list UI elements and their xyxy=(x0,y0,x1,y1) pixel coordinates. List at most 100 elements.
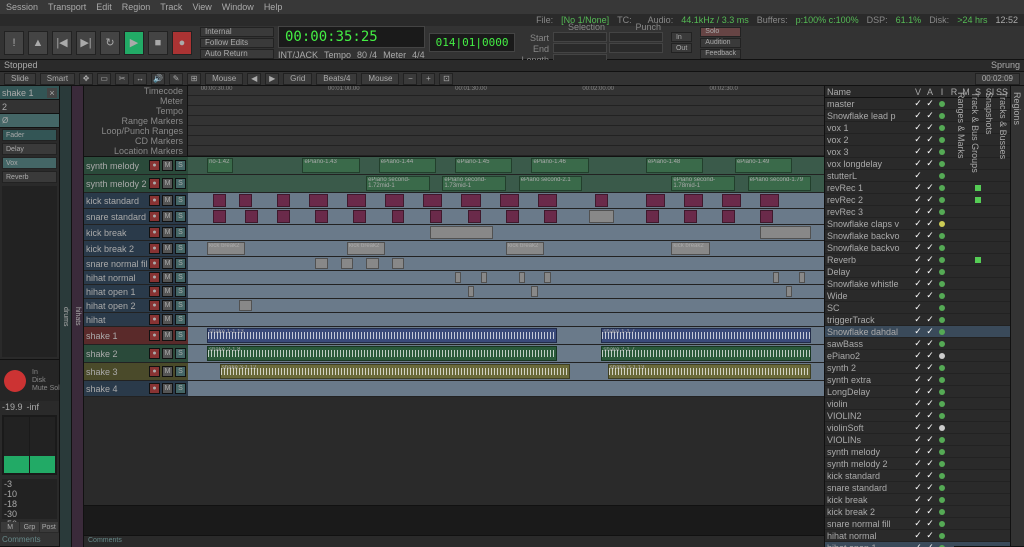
edit-point-select[interactable]: Mouse xyxy=(205,73,243,85)
visible-check[interactable]: ✓ xyxy=(912,446,924,457)
object-tool-button[interactable]: ✥ xyxy=(79,73,93,85)
mixer-name[interactable]: Snowflake lead p xyxy=(827,111,912,121)
list-tab[interactable]: Tracks & Busses xyxy=(996,86,1010,547)
visible-check[interactable]: ✓ xyxy=(912,434,924,445)
mixer-name[interactable]: synth melody 2 xyxy=(827,459,912,469)
rec-dot[interactable] xyxy=(936,377,948,383)
track-header[interactable]: snare normal fill●MS xyxy=(84,257,188,270)
region[interactable] xyxy=(423,194,442,207)
active-check[interactable]: ✓ xyxy=(924,470,936,481)
active-check[interactable]: ✓ xyxy=(924,98,936,109)
rec-dot[interactable] xyxy=(936,305,948,311)
rec-dot[interactable] xyxy=(936,233,948,239)
visible-check[interactable]: ✓ xyxy=(912,230,924,241)
track-lane[interactable] xyxy=(188,381,824,396)
visible-check[interactable]: ✓ xyxy=(912,110,924,121)
track-solo-button[interactable]: S xyxy=(175,314,186,325)
track-header[interactable]: kick break●MS xyxy=(84,225,188,240)
visible-check[interactable]: ✓ xyxy=(912,182,924,193)
track-name[interactable]: shake 3 xyxy=(86,367,147,377)
visible-check[interactable]: ✓ xyxy=(912,494,924,505)
track-rec-button[interactable]: ● xyxy=(149,272,160,283)
visible-check[interactable]: ✓ xyxy=(912,254,924,265)
menu-region[interactable]: Region xyxy=(122,2,151,12)
visible-check[interactable]: ✓ xyxy=(912,470,924,481)
active-check[interactable]: ✓ xyxy=(924,122,936,133)
stop-button[interactable]: ■ xyxy=(148,31,168,55)
track-rec-button[interactable]: ● xyxy=(149,243,160,254)
mixer-name[interactable]: revRec 1 xyxy=(827,183,912,193)
active-check[interactable]: ✓ xyxy=(924,182,936,193)
rec-dot[interactable] xyxy=(936,221,948,227)
content-tool-button[interactable]: ⊞ xyxy=(187,73,201,85)
active-check[interactable]: ✓ xyxy=(924,422,936,433)
visible-check[interactable]: ✓ xyxy=(912,218,924,229)
track-lane[interactable] xyxy=(188,225,824,240)
active-check[interactable]: ✓ xyxy=(924,158,936,169)
track-lane[interactable]: kick break2kick break2kick break2kick br… xyxy=(188,241,824,256)
zoom-in-button[interactable]: + xyxy=(421,73,435,85)
region[interactable] xyxy=(430,226,494,239)
region[interactable]: ePiano-1.48 xyxy=(646,158,703,173)
mixer-name[interactable]: ePiano2 xyxy=(827,351,912,361)
rec-dot[interactable] xyxy=(936,101,948,107)
region[interactable] xyxy=(481,272,487,283)
track-header[interactable]: synth melody 2●MS xyxy=(84,175,188,192)
rec-dot[interactable] xyxy=(936,137,948,143)
track-solo-button[interactable]: S xyxy=(175,286,186,297)
draw-tool-button[interactable]: ✎ xyxy=(169,73,183,85)
drums-group-tab[interactable]: drums xyxy=(60,86,72,547)
region[interactable] xyxy=(239,194,252,207)
region[interactable] xyxy=(760,226,811,239)
visible-check[interactable]: ✓ xyxy=(912,194,924,205)
region[interactable] xyxy=(722,210,735,223)
list-tab[interactable]: Ranges & Marks xyxy=(954,86,968,547)
track-solo-button[interactable]: S xyxy=(175,348,186,359)
track-rec-button[interactable]: ● xyxy=(149,211,160,222)
mixer-name[interactable]: Delay xyxy=(827,267,912,277)
region[interactable] xyxy=(353,210,366,223)
mixer-name[interactable]: hihat open 1 xyxy=(827,543,912,547)
track-header[interactable]: hihat open 2●MS xyxy=(84,299,188,312)
track-solo-button[interactable]: S xyxy=(175,227,186,238)
region[interactable] xyxy=(519,272,525,283)
region[interactable]: ePiano second-2.1 xyxy=(519,176,583,191)
visible-check[interactable]: ✓ xyxy=(912,362,924,373)
goto-end-button[interactable]: ▶| xyxy=(76,31,96,55)
mixer-name[interactable]: vox 1 xyxy=(827,123,912,133)
rec-dot[interactable] xyxy=(936,425,948,431)
visible-check[interactable]: ✓ xyxy=(912,290,924,301)
track-mute-button[interactable]: M xyxy=(162,272,173,283)
rec-dot[interactable] xyxy=(936,521,948,527)
region[interactable]: ePiano-1.45 xyxy=(455,158,512,173)
metronome-button[interactable]: ▲ xyxy=(28,31,48,55)
track-solo-button[interactable]: S xyxy=(175,160,186,171)
region[interactable] xyxy=(646,194,665,207)
track-mute-button[interactable]: M xyxy=(162,286,173,297)
active-check[interactable]: ✓ xyxy=(924,434,936,445)
secondary-clock[interactable]: 014|01|0000 xyxy=(429,33,516,52)
mixer-name[interactable]: triggerTrack xyxy=(827,315,912,325)
track-mute-button[interactable]: M xyxy=(162,160,173,171)
delay-processor[interactable]: Delay xyxy=(2,143,57,155)
track-name[interactable]: kick break xyxy=(86,228,147,238)
menu-transport[interactable]: Transport xyxy=(48,2,86,12)
region[interactable]: ePiano second-1.72mid-1 xyxy=(366,176,430,191)
rec-dot[interactable] xyxy=(936,485,948,491)
visible-check[interactable]: ✓ xyxy=(912,302,924,313)
nudge-back-button[interactable]: ◀ xyxy=(247,73,261,85)
mixer-name[interactable]: master xyxy=(827,99,912,109)
region[interactable] xyxy=(544,272,550,283)
track-name[interactable]: hihat normal xyxy=(86,273,147,283)
range-tool-button[interactable]: ▭ xyxy=(97,73,111,85)
menu-track[interactable]: Track xyxy=(160,2,182,12)
track-name[interactable]: synth melody xyxy=(86,161,147,171)
visible-check[interactable]: ✓ xyxy=(912,386,924,397)
mixer-name[interactable]: stutterL xyxy=(827,171,912,181)
active-check[interactable]: ✓ xyxy=(924,494,936,505)
track-mute-button[interactable]: M xyxy=(162,383,173,394)
mixer-name[interactable]: SC xyxy=(827,303,912,313)
list-tab[interactable]: Snapshots xyxy=(982,86,996,547)
active-check[interactable]: ✓ xyxy=(924,290,936,301)
follow-edits-toggle[interactable]: Follow Edits xyxy=(200,38,274,48)
